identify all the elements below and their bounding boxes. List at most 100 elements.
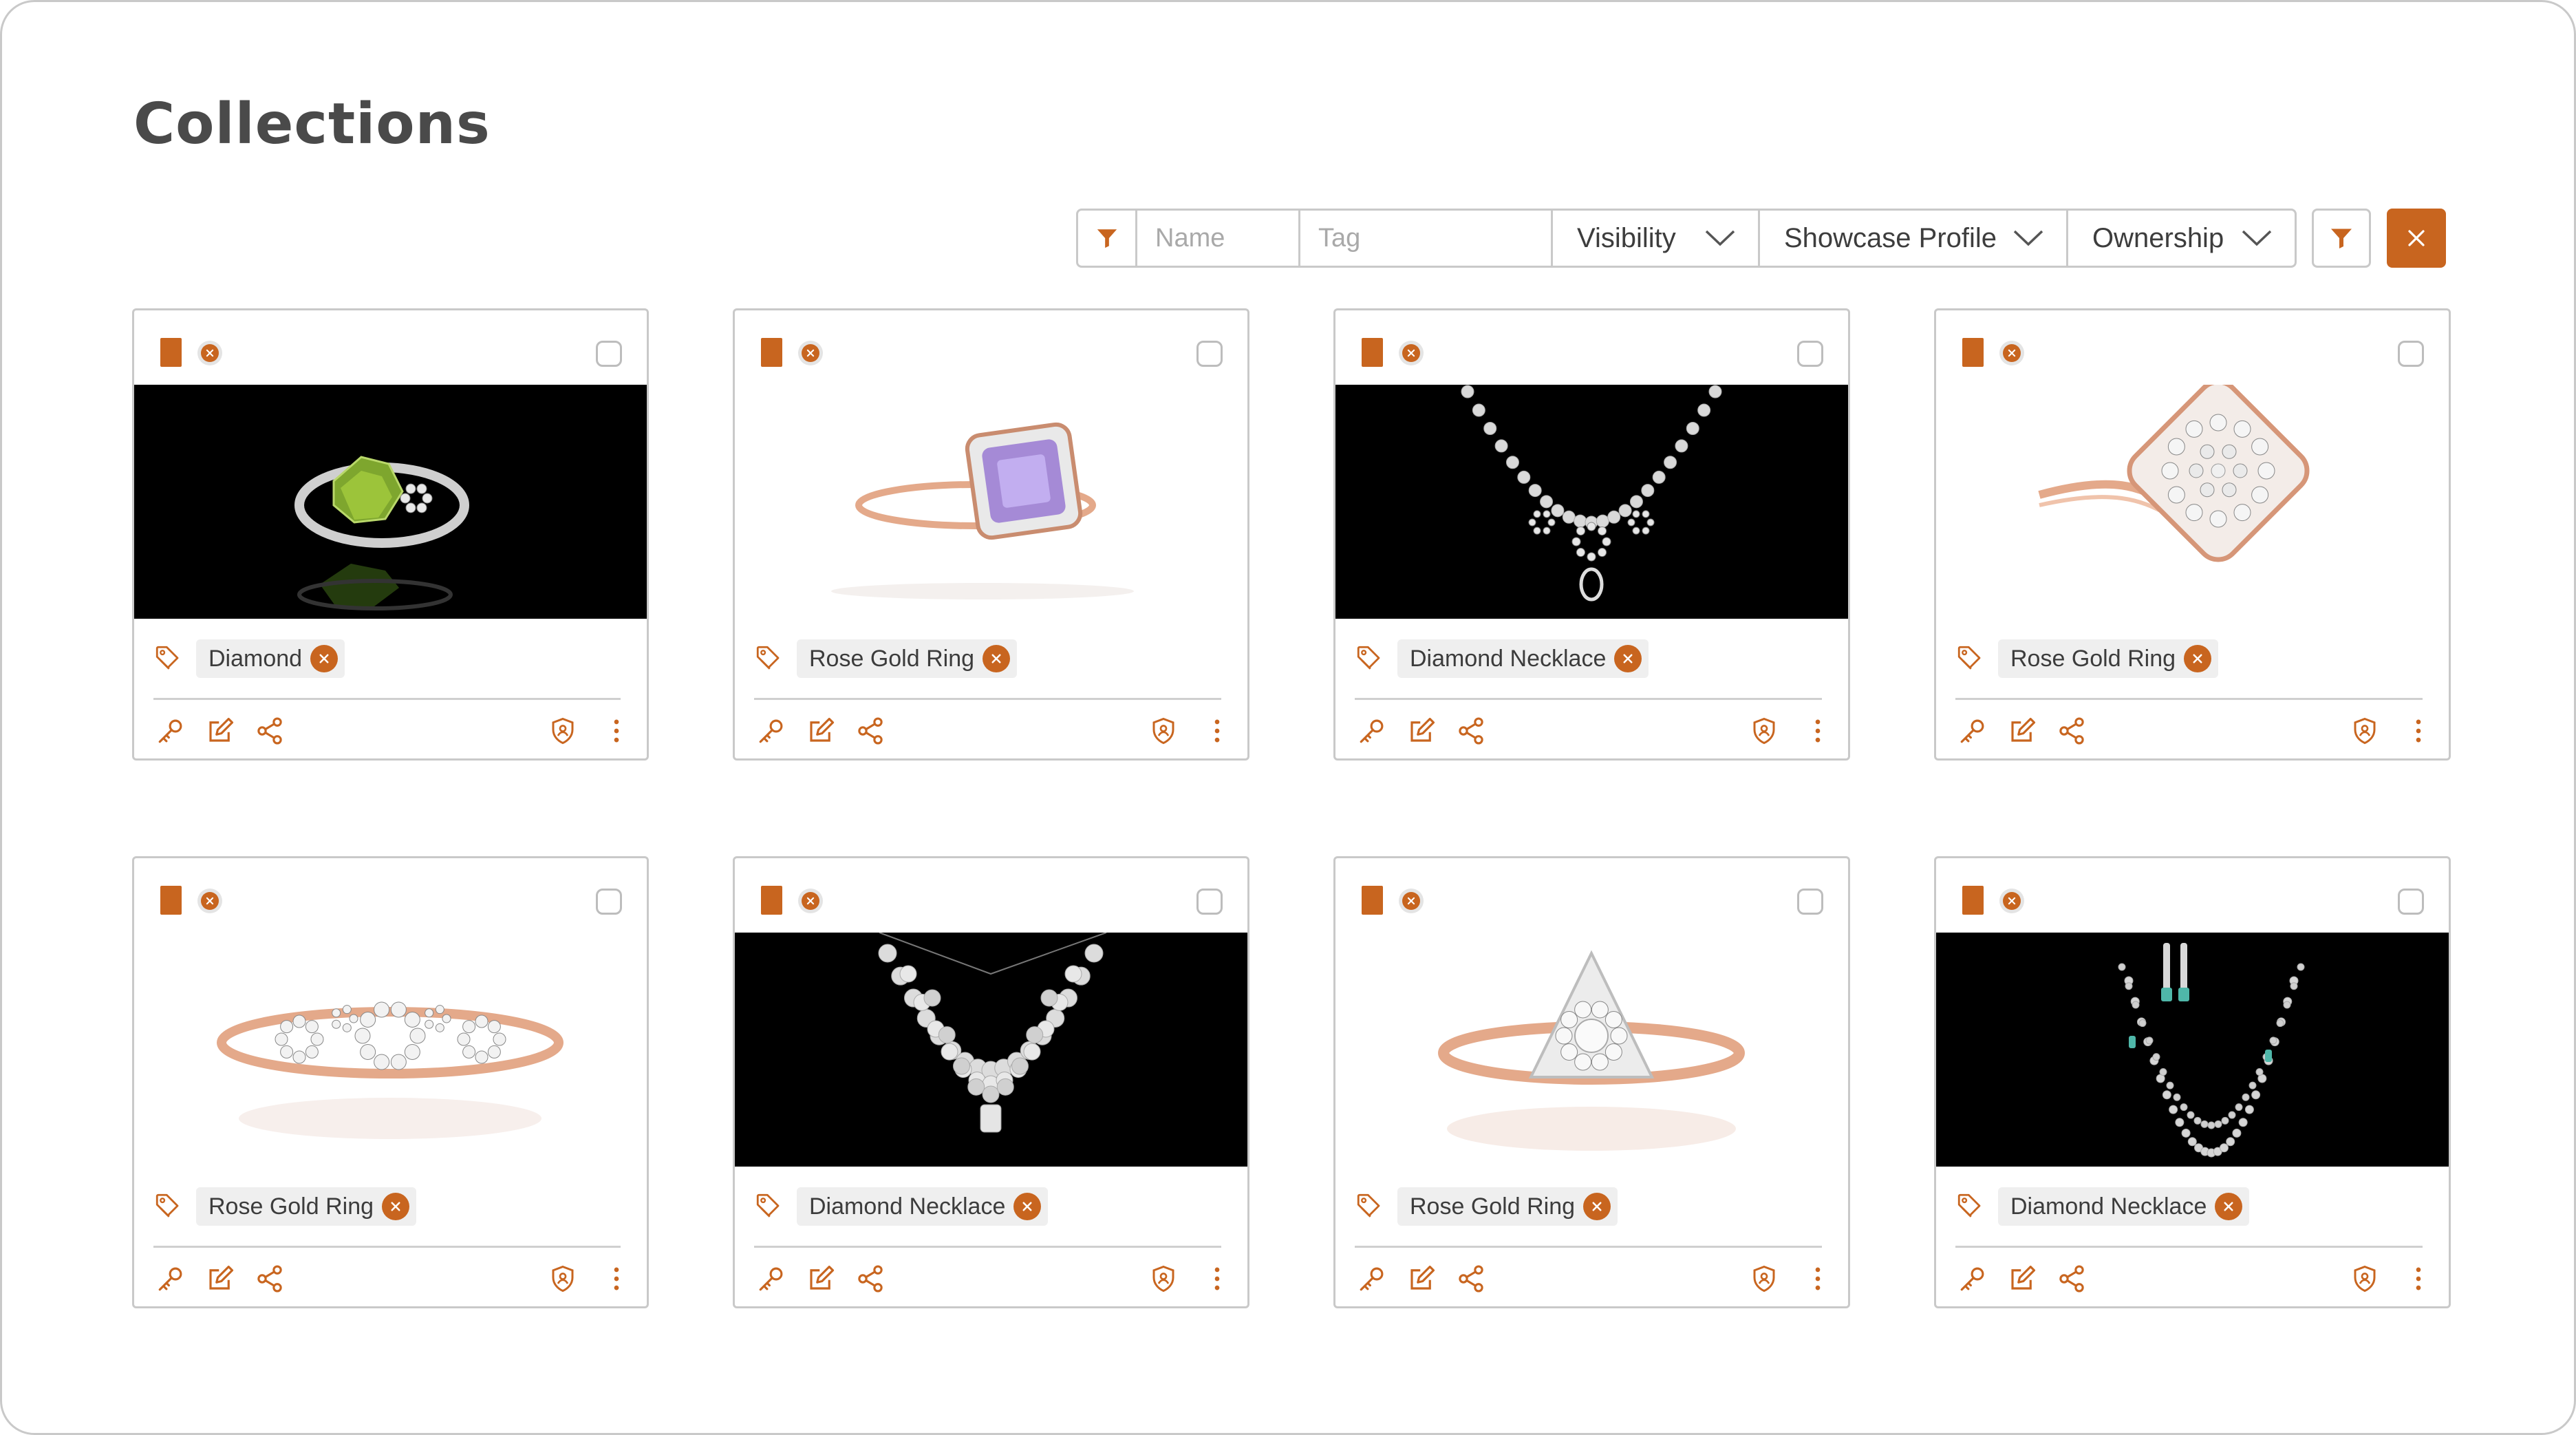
bookmark-icon[interactable] [160, 886, 182, 915]
edit-icon[interactable] [1406, 1263, 1437, 1295]
key-icon[interactable] [155, 715, 186, 747]
remove-card-button[interactable] [1399, 341, 1424, 365]
ownership-dropdown[interactable]: Ownership [2068, 211, 2295, 266]
remove-card-button[interactable] [798, 341, 823, 365]
shield-icon[interactable] [1748, 1263, 1780, 1295]
select-checkbox[interactable] [2398, 889, 2424, 915]
product-image[interactable] [134, 385, 647, 619]
share-icon[interactable] [254, 1263, 286, 1295]
share-icon[interactable] [254, 715, 286, 747]
showcase-profile-dropdown[interactable]: Showcase Profile [1760, 211, 2068, 266]
bookmark-icon[interactable] [1362, 886, 1383, 915]
remove-tag-button[interactable] [2184, 645, 2212, 672]
bookmark-icon[interactable] [1962, 338, 1984, 367]
remove-tag-button[interactable] [1614, 645, 1642, 672]
edit-icon[interactable] [204, 715, 236, 747]
collection-card[interactable]: Rose Gold Ring [132, 856, 649, 1308]
tag-label: Diamond Necklace [1410, 645, 1607, 672]
more-vertical-icon[interactable] [1201, 715, 1233, 747]
more-vertical-icon[interactable] [601, 715, 632, 747]
product-image[interactable] [1936, 933, 2449, 1167]
more-vertical-icon[interactable] [2403, 1263, 2434, 1295]
product-image[interactable] [735, 385, 1247, 619]
product-image[interactable] [1335, 933, 1848, 1167]
key-icon[interactable] [1356, 715, 1388, 747]
more-vertical-icon[interactable] [1802, 1263, 1834, 1295]
edit-icon[interactable] [2006, 715, 2038, 747]
select-checkbox[interactable] [1196, 889, 1223, 915]
key-icon[interactable] [755, 715, 787, 747]
remove-tag-button[interactable] [1013, 1193, 1042, 1220]
card-header [134, 858, 647, 933]
key-icon[interactable] [155, 1263, 186, 1295]
edit-icon[interactable] [1406, 715, 1437, 747]
key-icon[interactable] [755, 1263, 787, 1295]
remove-card-button[interactable] [1999, 889, 2024, 913]
name-filter-input[interactable]: Name [1137, 211, 1300, 266]
select-checkbox[interactable] [2398, 341, 2424, 367]
more-vertical-icon[interactable] [1201, 1263, 1233, 1295]
edit-icon[interactable] [204, 1263, 236, 1295]
remove-tag-button[interactable] [310, 645, 339, 672]
bookmark-icon[interactable] [160, 338, 182, 367]
select-checkbox[interactable] [1797, 889, 1823, 915]
remove-card-button[interactable] [798, 889, 823, 913]
share-icon[interactable] [1455, 715, 1487, 747]
share-icon[interactable] [855, 715, 886, 747]
shield-icon[interactable] [1748, 715, 1780, 747]
key-icon[interactable] [1356, 1263, 1388, 1295]
collection-card[interactable]: Diamond Necklace [733, 856, 1249, 1308]
visibility-dropdown[interactable]: Visibility [1553, 211, 1760, 266]
shield-icon[interactable] [1148, 1263, 1179, 1295]
edit-icon[interactable] [2006, 1263, 2038, 1295]
remove-card-button[interactable] [1999, 341, 2024, 365]
bookmark-icon[interactable] [1362, 338, 1383, 367]
shield-icon[interactable] [2349, 715, 2381, 747]
collection-card[interactable]: Rose Gold Ring [1934, 308, 2451, 761]
remove-tag-button[interactable] [1583, 1193, 1611, 1220]
more-vertical-icon[interactable] [1802, 715, 1834, 747]
remove-card-button[interactable] [197, 889, 222, 913]
apply-filter-button[interactable] [2312, 209, 2371, 268]
share-icon[interactable] [2056, 715, 2087, 747]
bookmark-icon[interactable] [761, 886, 782, 915]
more-vertical-icon[interactable] [601, 1263, 632, 1295]
remove-card-button[interactable] [1399, 889, 1424, 913]
share-icon[interactable] [1455, 1263, 1487, 1295]
collection-card[interactable]: Diamond Necklace [1934, 856, 2451, 1308]
edit-icon[interactable] [805, 715, 837, 747]
remove-tag-button[interactable] [983, 645, 1011, 672]
shield-icon[interactable] [1148, 715, 1179, 747]
collection-card[interactable]: Diamond [132, 308, 649, 761]
collection-card[interactable]: Diamond Necklace [1333, 308, 1850, 761]
key-icon[interactable] [1957, 715, 1988, 747]
clear-filters-button[interactable] [2387, 209, 2446, 268]
select-checkbox[interactable] [596, 341, 622, 367]
shield-icon[interactable] [547, 1263, 579, 1295]
card-header [1335, 858, 1848, 933]
remove-tag-button[interactable] [382, 1193, 410, 1220]
product-image[interactable] [1936, 385, 2449, 619]
remove-card-button[interactable] [197, 341, 222, 365]
product-image[interactable] [1335, 385, 1848, 619]
select-checkbox[interactable] [596, 889, 622, 915]
more-vertical-icon[interactable] [2403, 715, 2434, 747]
bookmark-icon[interactable] [761, 338, 782, 367]
shield-icon[interactable] [2349, 1263, 2381, 1295]
collection-card[interactable]: Rose Gold Ring [1333, 856, 1850, 1308]
tag-filter-input[interactable]: Tag [1300, 211, 1553, 266]
share-icon[interactable] [2056, 1263, 2087, 1295]
select-checkbox[interactable] [1196, 341, 1223, 367]
share-icon[interactable] [855, 1263, 886, 1295]
collection-card[interactable]: Rose Gold Ring [733, 308, 1249, 761]
tag-chip: Rose Gold Ring [1397, 1187, 1618, 1226]
edit-icon[interactable] [805, 1263, 837, 1295]
card-header [134, 310, 647, 385]
key-icon[interactable] [1957, 1263, 1988, 1295]
remove-tag-button[interactable] [2215, 1193, 2243, 1220]
shield-icon[interactable] [547, 715, 579, 747]
bookmark-icon[interactable] [1962, 886, 1984, 915]
product-image[interactable] [134, 933, 647, 1167]
select-checkbox[interactable] [1797, 341, 1823, 367]
product-image[interactable] [735, 933, 1247, 1167]
